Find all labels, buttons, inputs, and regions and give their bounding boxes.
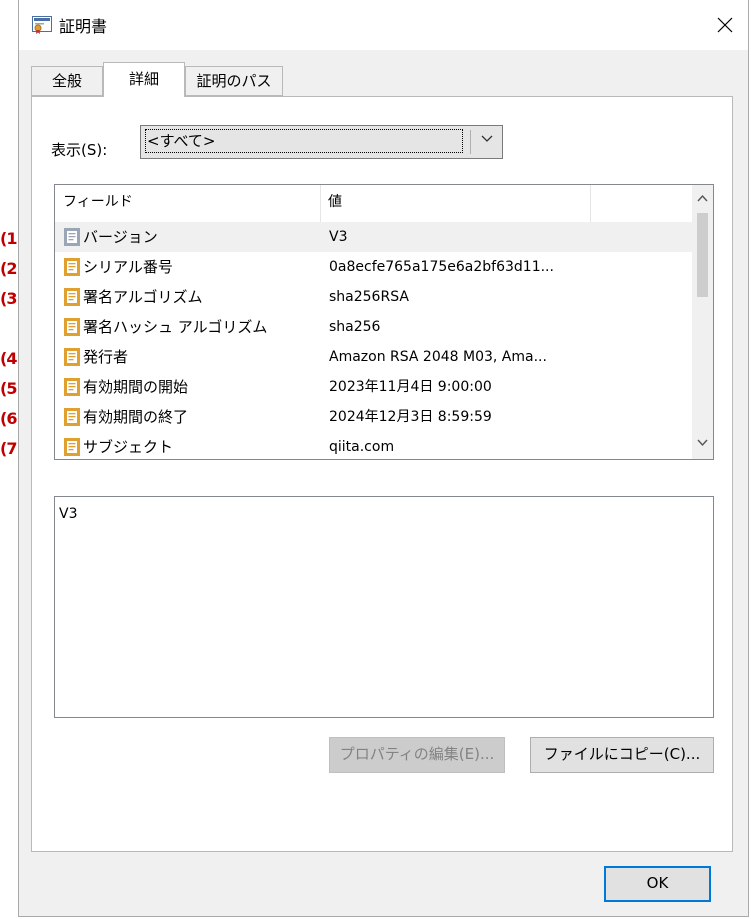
table-row[interactable]: 有効期間の終了 2024年12月3日 8:59:59 [55, 402, 692, 432]
field-name: バージョン [83, 228, 158, 246]
field-name: シリアル番号 [83, 258, 173, 276]
scroll-down-arrow-icon[interactable] [697, 439, 708, 447]
annotation-marker-7: (7) [0, 439, 24, 458]
show-label: 表示(S): [51, 141, 108, 159]
annotation-marker-6: (6) [0, 409, 24, 428]
table-row[interactable]: 署名アルゴリズム sha256RSA [55, 282, 692, 312]
field-name: 有効期間の終了 [83, 408, 189, 426]
field-value: sha256 [329, 319, 381, 335]
field-value: 2023年11月4日 9:00:00 [329, 379, 492, 395]
tab-general[interactable]: 全般 [31, 66, 103, 96]
dialog-title: 証明書 [59, 17, 108, 36]
title-bar: 証明書 [19, 0, 748, 50]
scroll-up-arrow-icon[interactable] [697, 194, 708, 202]
field-document-icon [64, 228, 80, 246]
table-row[interactable]: 発行者 Amazon RSA 2048 M03, Ama... [55, 342, 692, 372]
field-name: 有効期間の開始 [83, 378, 189, 396]
column-header-field[interactable]: フィールド [55, 185, 320, 222]
tab-certification-path[interactable]: 証明のパス [185, 66, 283, 96]
field-name: 署名ハッシュ アルゴリズム [83, 318, 268, 336]
annotation-marker-4: (4) [0, 349, 24, 368]
table-row[interactable]: バージョン V3 [55, 222, 692, 252]
field-value: qiita.com [329, 439, 395, 455]
list-scrollbar[interactable] [692, 185, 713, 459]
field-name: 発行者 [83, 348, 129, 366]
field-document-icon [64, 318, 80, 336]
field-document-icon [64, 378, 80, 396]
chevron-down-icon [481, 135, 493, 142]
field-detail-textbox[interactable]: V3 [54, 496, 714, 718]
copy-to-file-button[interactable]: ファイルにコピー(C)... [530, 737, 714, 773]
fields-list[interactable]: フィールド 値 バージョン V3 シリアル番号 0a8ecfe765a175e6a2b… [54, 184, 714, 460]
annotation-marker-2: (2) [0, 259, 24, 278]
field-document-icon [64, 348, 80, 366]
close-icon [717, 17, 733, 33]
table-row[interactable]: シリアル番号 0a8ecfe765a175e6a2bf63d11... [55, 252, 692, 282]
column-separator [590, 185, 591, 222]
field-value: sha256RSA [329, 289, 409, 305]
list-header: フィールド 値 [55, 185, 692, 222]
field-document-icon [64, 438, 80, 456]
dropdown-separator [470, 130, 471, 154]
field-document-icon [64, 258, 80, 276]
certificate-dialog: 証明書 全般 詳細 証明のパス 表示(S): <すべて> フィールド 値 バージ… [18, 0, 749, 917]
table-row[interactable]: 署名ハッシュ アルゴリズム sha256 [55, 312, 692, 342]
tab-details[interactable]: 詳細 [103, 62, 185, 97]
annotation-marker-1: (1) [0, 229, 24, 248]
close-button[interactable] [702, 0, 748, 50]
edit-properties-button[interactable]: プロパティの編集(E)... [329, 737, 505, 773]
field-document-icon [64, 288, 80, 306]
show-dropdown-value: <すべて> [145, 129, 463, 153]
field-value: 2024年12月3日 8:59:59 [329, 409, 492, 425]
show-dropdown[interactable]: <すべて> [140, 125, 503, 159]
ok-button[interactable]: OK [604, 866, 711, 902]
scrollbar-thumb[interactable] [697, 213, 708, 297]
details-panel: 表示(S): <すべて> フィールド 値 バージョン V3 シリアル番号 0a8ecf… [31, 96, 733, 852]
certificate-icon [32, 16, 52, 34]
table-row[interactable]: サブジェクト qiita.com [55, 432, 692, 459]
field-detail-text: V3 [59, 506, 78, 522]
table-row[interactable]: 有効期間の開始 2023年11月4日 9:00:00 [55, 372, 692, 402]
annotation-marker-3: (3) [0, 289, 24, 308]
field-value: 0a8ecfe765a175e6a2bf63d11... [329, 259, 554, 275]
field-document-icon [64, 408, 80, 426]
annotation-marker-5: (5) [0, 379, 24, 398]
field-value: V3 [329, 229, 348, 245]
column-header-value[interactable]: 値 [320, 185, 590, 222]
field-value: Amazon RSA 2048 M03, Ama... [329, 349, 547, 365]
field-name: サブジェクト [83, 438, 174, 456]
field-name: 署名アルゴリズム [83, 288, 203, 306]
